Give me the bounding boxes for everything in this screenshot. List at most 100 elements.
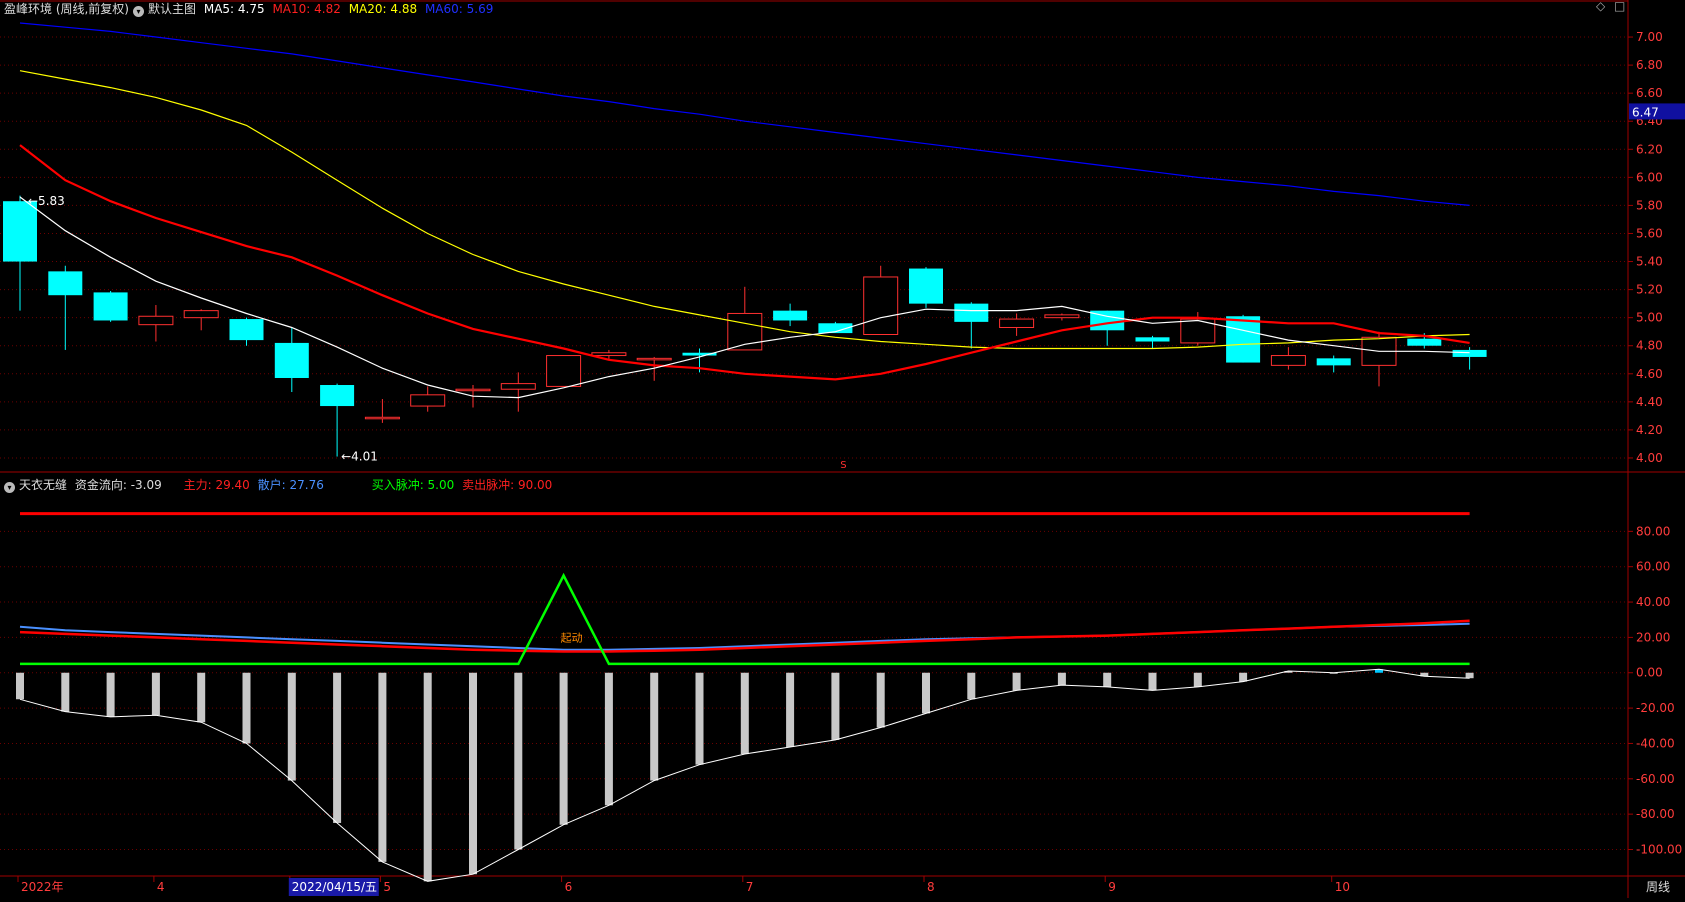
chart-canvas[interactable]: 7.006.806.606.406.206.005.805.605.405.20… [0, 0, 1685, 898]
flow-bar [922, 672, 930, 714]
date-tick-label: 8 [927, 880, 935, 894]
date-tick-label: 9 [1108, 880, 1116, 894]
candle-body [320, 385, 355, 407]
price-tick-label: 4.20 [1636, 423, 1663, 437]
flow-bar [333, 672, 342, 823]
flow-bar [106, 672, 115, 717]
flow-bar [1465, 672, 1474, 679]
price-tick-label: 5.60 [1636, 226, 1663, 240]
high-price-label: ←5.83 [28, 194, 65, 208]
candle-body [48, 271, 83, 296]
flow-bar [514, 672, 523, 850]
candle-body [636, 357, 672, 361]
flow-bar [695, 672, 704, 765]
candle-body [591, 352, 627, 357]
sub-tick-label: -40.00 [1636, 736, 1675, 750]
buy-pulse-value: 买入脉冲: 5.00 [371, 478, 455, 492]
ma20-value: MA20: 4.88 [348, 2, 418, 16]
flow-bar [1239, 672, 1248, 682]
price-tick-label: 4.80 [1636, 339, 1663, 353]
settings-icon[interactable]: ▾ [133, 6, 144, 17]
candle-body [546, 355, 582, 387]
price-tick-label: 7.00 [1636, 30, 1663, 44]
flow-bar [1193, 672, 1202, 687]
date-tick-label: 7 [746, 880, 754, 894]
chart-window: 7.00 6.80 6.60 6.40 6.20 6.00 5.80 5.60 5.40 5.20… [0, 0, 1685, 898]
date-tick-label: 2022年 [21, 880, 64, 894]
flow-bar [604, 672, 613, 806]
flow-bar [1057, 672, 1066, 686]
period-label: 周线 [1646, 880, 1670, 894]
flow-bar [831, 672, 840, 740]
price-tick-label: 5.40 [1636, 255, 1663, 269]
signal-label: 起动 [561, 631, 583, 644]
low-price-label: ←4.01 [341, 450, 378, 464]
candle-body [863, 276, 899, 335]
flow-bar [740, 672, 749, 755]
date-cursor-label: 2022/04/15/五 [292, 880, 377, 894]
candle-body [1044, 314, 1080, 319]
ma5-value: MA5: 4.75 [203, 2, 265, 16]
ma60-line [19, 22, 1470, 206]
settings-icon[interactable]: ▾ [4, 482, 15, 493]
sub-tick-label: 0.00 [1636, 666, 1663, 680]
date-tick-label: 5 [383, 880, 391, 894]
candle-body [364, 416, 400, 420]
price-tick-label: 5.80 [1636, 198, 1663, 212]
stock-title: 盈峰环境 (周线,前复权) [4, 2, 129, 16]
s-marker: S [840, 460, 846, 471]
flow-bar [61, 672, 70, 712]
ma10-value: MA10: 4.82 [272, 2, 341, 16]
candle-body [999, 318, 1035, 328]
sub-tick-label: -60.00 [1636, 772, 1675, 786]
ma60-value: MA60: 5.69 [424, 2, 494, 16]
candle-body [1135, 337, 1170, 342]
retail-value: 散户: 27.76 [257, 478, 324, 492]
candle-body [909, 268, 943, 304]
flow-bar [242, 672, 251, 744]
sub-tick-label: -20.00 [1636, 701, 1675, 715]
flow-bar [650, 672, 659, 781]
price-tick-label: 6.80 [1636, 58, 1663, 72]
square-icon[interactable]: □ [1614, 0, 1625, 13]
sub-tick-label: -80.00 [1636, 807, 1675, 821]
candle-body [500, 383, 536, 390]
sub-tick-label: -100.00 [1636, 842, 1682, 856]
candle-body [229, 319, 264, 341]
flow-bar [559, 672, 568, 825]
price-tick-label: 6.60 [1636, 86, 1663, 100]
flow-bar [469, 672, 477, 875]
price-tick-label: 4.00 [1636, 451, 1663, 465]
price-marker-label: 6.47 [1632, 105, 1659, 119]
candle-body [183, 310, 219, 319]
sub-chart-header: ▾ 天衣无缝 资金流向: -3.09 主力: 29.40 散户: 27.76 买入… [4, 476, 556, 493]
candle-body [93, 292, 128, 321]
sub-tick-label: 20.00 [1636, 630, 1670, 644]
flow-bar [876, 672, 885, 728]
sub-tick-label: 80.00 [1636, 524, 1670, 538]
price-tick-label: 6.20 [1636, 142, 1663, 156]
flow-bar [423, 672, 432, 882]
candle-body [1316, 358, 1351, 366]
flow-bar [16, 672, 24, 700]
diamond-icon[interactable]: ◇ [1596, 0, 1605, 13]
flow-bar [151, 672, 160, 716]
flow-bar [1012, 672, 1021, 691]
sub-tick-label: 40.00 [1636, 595, 1670, 609]
main-indicator-name[interactable]: 默认主图 [148, 2, 196, 16]
candle-body [773, 310, 808, 321]
candle-body [274, 342, 309, 378]
candle-body [1452, 349, 1487, 357]
price-tick-label: 4.40 [1636, 395, 1663, 409]
price-tick-label: 4.60 [1636, 367, 1663, 381]
sell-pulse-value: 卖出脉冲: 90.00 [462, 478, 553, 492]
flow-bar [786, 672, 795, 747]
candle-body [455, 388, 491, 392]
sub-indicator-name[interactable]: 天衣无缝 [19, 478, 67, 492]
date-tick-label: 4 [157, 880, 165, 894]
flow-bar [287, 672, 296, 781]
price-tick-label: 5.00 [1636, 311, 1663, 325]
candle-body [1270, 355, 1306, 366]
flow-bar [1148, 672, 1157, 691]
retail-line [19, 622, 1470, 651]
